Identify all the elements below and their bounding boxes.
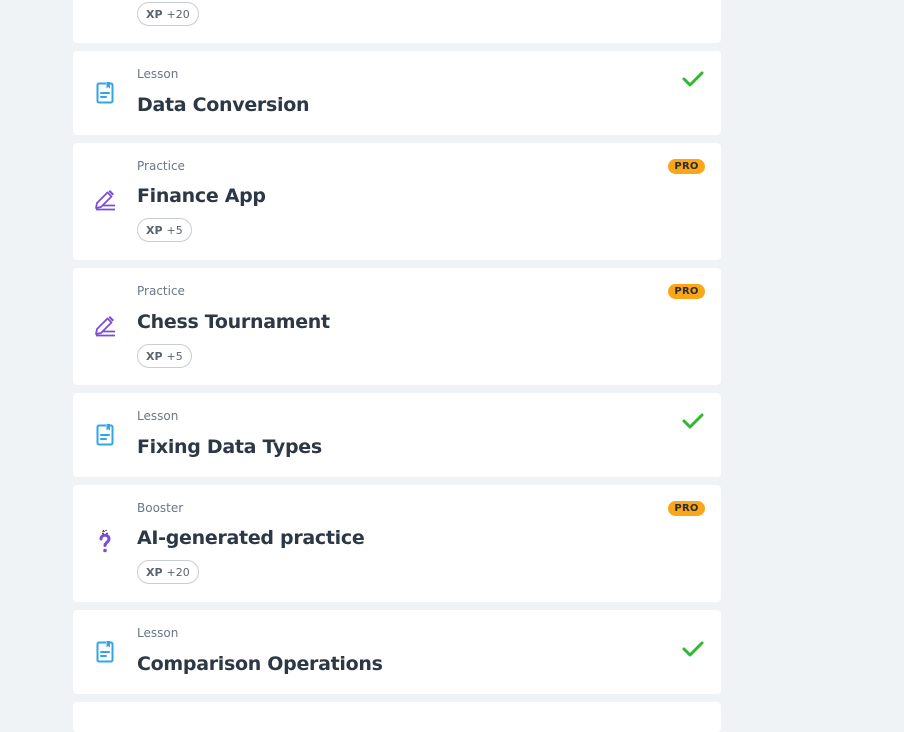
pro-badge: PRO	[668, 159, 705, 174]
lesson-document-icon	[93, 640, 117, 664]
list-item[interactable]: Lesson Data Conversion	[73, 51, 721, 135]
list-item[interactable]: Lesson Fixing Data Types	[73, 393, 721, 477]
completed-check-icon	[682, 70, 704, 88]
completed-check-icon	[682, 640, 704, 658]
item-title: Finance App	[137, 185, 266, 207]
practice-pencil-icon	[93, 314, 117, 338]
pro-badge: PRO	[668, 501, 705, 516]
item-title: Comparison Operations	[137, 653, 383, 675]
item-type-label: Lesson	[137, 67, 179, 81]
pro-badge: PRO	[668, 284, 705, 299]
list-item[interactable]: Booster AI-generated practice XP +20 PRO	[73, 485, 721, 602]
item-type-label: Booster	[137, 501, 184, 515]
item-type-label: Lesson	[137, 626, 179, 640]
xp-badge: XP +20	[137, 560, 199, 584]
list-item[interactable]: Lesson Comparison Operations	[73, 610, 721, 694]
item-title: AI-generated practice	[137, 527, 365, 549]
lesson-document-icon	[93, 423, 117, 447]
item-type-label: Lesson	[137, 409, 179, 423]
item-type-label: Practice	[137, 284, 185, 298]
list-item[interactable]: Practice Chess Tournament XP +5 PRO	[73, 268, 721, 385]
list-item[interactable]: XP +20	[73, 0, 721, 43]
list-item[interactable]	[73, 702, 721, 732]
lesson-document-icon	[93, 81, 117, 105]
booster-question-icon	[93, 529, 117, 553]
item-title: Data Conversion	[137, 94, 310, 116]
item-type-label: Practice	[137, 159, 185, 173]
xp-badge: XP +5	[137, 218, 192, 242]
item-title: Chess Tournament	[137, 311, 330, 333]
completed-check-icon	[682, 412, 704, 430]
item-title: Fixing Data Types	[137, 436, 322, 458]
list-item[interactable]: Practice Finance App XP +5 PRO	[73, 143, 721, 260]
practice-pencil-icon	[93, 188, 117, 212]
xp-badge: XP +5	[137, 344, 192, 368]
xp-badge: XP +20	[137, 2, 199, 26]
